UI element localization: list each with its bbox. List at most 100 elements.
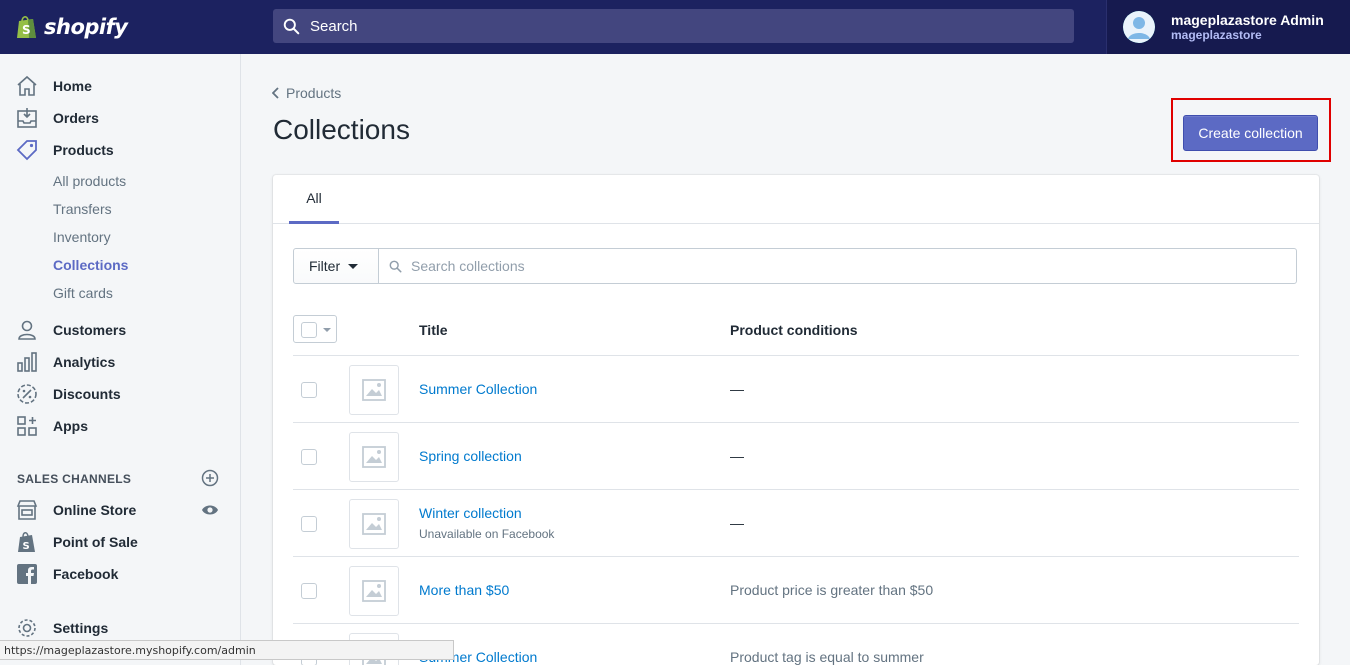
sidebar-sub-all-products[interactable]: All products (53, 173, 126, 189)
sidebar-sub-inventory[interactable]: Inventory (53, 229, 111, 245)
tabs: All (273, 175, 1319, 224)
column-product-conditions: Product conditions (730, 322, 858, 338)
caret-down-icon (323, 328, 331, 332)
search-icon (389, 260, 402, 272)
caret-down-icon (348, 263, 359, 269)
breadcrumb[interactable]: Products (272, 85, 341, 101)
sidebar-item-label: Products (53, 142, 114, 158)
row-checkbox[interactable] (301, 382, 317, 398)
sidebar-item-apps[interactable]: Apps (0, 410, 240, 442)
sidebar-item-analytics[interactable]: Analytics (0, 346, 240, 378)
search-icon (283, 18, 300, 34)
sidebar-item-facebook[interactable]: Facebook (0, 558, 240, 590)
sidebar-item-label: Home (53, 78, 92, 94)
collection-title-link[interactable]: More than $50 (419, 582, 509, 598)
collection-title-link[interactable]: Winter collection (419, 505, 522, 521)
add-sales-channel-icon[interactable] (201, 469, 219, 487)
sidebar-item-label: Point of Sale (53, 534, 138, 550)
image-icon (362, 580, 386, 602)
product-conditions: — (730, 381, 744, 397)
customers-icon (18, 320, 36, 340)
analytics-icon (17, 352, 37, 372)
home-icon (17, 75, 37, 96)
tag-icon (16, 140, 37, 161)
table-header: Title Product conditions (293, 305, 1299, 356)
gear-icon (18, 619, 36, 637)
svg-text:S: S (23, 541, 30, 552)
search-placeholder: Search (310, 17, 358, 35)
top-bar: S shopify Search mageplazastore Admin ma… (0, 0, 1350, 54)
bulk-select-dropdown[interactable] (293, 315, 337, 343)
sidebar-item-label: Facebook (53, 566, 119, 582)
discounts-icon (17, 384, 37, 404)
sidebar-item-label: Apps (53, 418, 88, 434)
view-store-eye-icon[interactable] (201, 501, 219, 519)
sidebar-item-home[interactable]: Home (0, 70, 240, 102)
page-title: Collections (273, 114, 410, 145)
collection-image-placeholder (349, 365, 399, 415)
orders-icon (17, 108, 37, 128)
shopify-logo[interactable]: S shopify (0, 0, 240, 54)
table-row[interactable]: Summer Collection — (293, 356, 1299, 423)
image-icon (362, 446, 386, 468)
table-row[interactable]: More than $50 Product price is greater t… (293, 557, 1299, 624)
shopify-bag-icon: S (16, 14, 38, 40)
status-bar-url: https://mageplazastore.myshopify.com/adm… (0, 640, 454, 660)
sidebar-item-label: Online Store (53, 502, 137, 518)
row-checkbox[interactable] (301, 516, 317, 532)
collections-card: All Filter Search collections Title Prod… (273, 175, 1319, 665)
sidebar-sub-transfers[interactable]: Transfers (53, 201, 112, 217)
sidebar-item-orders[interactable]: Orders (0, 102, 240, 134)
row-checkbox[interactable] (301, 583, 317, 599)
pos-bag-icon: S (18, 532, 35, 552)
sidebar-item-label: Customers (53, 322, 127, 338)
logo-text: shopify (44, 15, 128, 39)
highlight-annotation-box (1171, 98, 1331, 162)
product-conditions: Product price is greater than $50 (730, 582, 934, 598)
sidebar-item-discounts[interactable]: Discounts (0, 378, 240, 410)
sidebar-item-point-of-sale[interactable]: S Point of Sale (0, 526, 240, 558)
collection-title-link[interactable]: Summer Collection (419, 381, 537, 397)
sales-channels-title: SALES CHANNELS (17, 472, 132, 486)
row-checkbox[interactable] (301, 449, 317, 465)
global-search-input[interactable]: Search (273, 9, 1074, 43)
sidebar: Home Orders Products All products Transf… (0, 54, 241, 665)
tab-all[interactable]: All (289, 175, 339, 224)
table-row[interactable]: Spring collection — (293, 423, 1299, 490)
user-menu[interactable]: mageplazastore Admin mageplazastore (1106, 0, 1350, 54)
sidebar-item-label: Analytics (53, 354, 116, 370)
collection-image-placeholder (349, 566, 399, 616)
search-collections-input[interactable]: Search collections (378, 248, 1297, 284)
chevron-left-icon (272, 87, 279, 99)
user-store: mageplazastore (1171, 28, 1262, 42)
collection-image-placeholder (349, 432, 399, 482)
store-icon (16, 500, 38, 520)
product-conditions: — (730, 448, 744, 464)
user-name: mageplazastore Admin (1171, 12, 1324, 28)
avatar (1123, 11, 1155, 43)
product-conditions: Product tag is equal to summer (730, 649, 924, 665)
sidebar-item-customers[interactable]: Customers (0, 314, 240, 346)
sidebar-item-products[interactable]: Products (0, 134, 240, 166)
column-title[interactable]: Title (419, 322, 448, 338)
sidebar-sub-collections[interactable]: Collections (53, 257, 128, 273)
breadcrumb-label: Products (286, 85, 342, 101)
facebook-icon (17, 564, 37, 584)
filter-button[interactable]: Filter (293, 248, 379, 284)
collection-title-link[interactable]: Spring collection (419, 448, 522, 464)
image-icon (362, 379, 386, 401)
collection-image-placeholder (349, 499, 399, 549)
search-collections-placeholder: Search collections (411, 258, 525, 274)
sidebar-sub-gift-cards[interactable]: Gift cards (53, 285, 113, 301)
select-all-checkbox[interactable] (301, 322, 317, 338)
table-row[interactable]: Winter collection Unavailable on Faceboo… (293, 490, 1299, 557)
sidebar-item-label: Orders (53, 110, 99, 126)
sidebar-item-label: Settings (53, 620, 109, 636)
sidebar-item-label: Discounts (53, 386, 121, 402)
svg-text:S: S (22, 23, 31, 37)
apps-icon (17, 416, 37, 436)
collection-availability-note: Unavailable on Facebook (419, 527, 555, 541)
filter-label: Filter (309, 258, 341, 274)
image-icon (362, 513, 386, 535)
product-conditions: — (730, 515, 744, 531)
